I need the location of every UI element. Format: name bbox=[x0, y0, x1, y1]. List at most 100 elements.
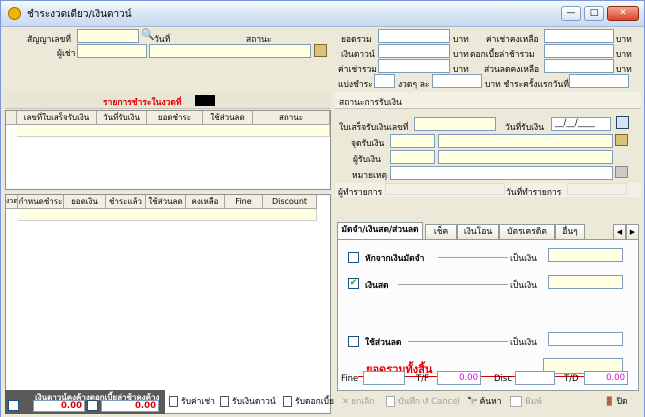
place-label: จุดรับเงิน bbox=[351, 139, 385, 149]
fine-input[interactable] bbox=[363, 371, 405, 385]
deposit-label: หักจากเงินมัดจำ bbox=[365, 254, 425, 264]
tab-credit-card[interactable]: บัตรเครดิต bbox=[499, 224, 555, 239]
minimize-button[interactable]: — bbox=[561, 6, 581, 21]
note-icon[interactable] bbox=[615, 166, 628, 178]
tab-transfer[interactable]: เงินโอน bbox=[457, 224, 499, 239]
total-baht: บาท bbox=[453, 35, 469, 45]
interest-total-baht: บาท bbox=[616, 50, 632, 60]
tab-cheque[interactable]: เช็ค bbox=[425, 224, 457, 239]
down-baht: บาท bbox=[453, 50, 469, 60]
installment-count bbox=[374, 74, 395, 88]
receive-rent-label: รับค่าเช่า bbox=[181, 397, 215, 407]
discount-amount-input[interactable] bbox=[548, 332, 623, 346]
cancel-en-label: Cancel bbox=[431, 397, 460, 407]
place-code-input[interactable] bbox=[390, 134, 435, 148]
receipt-status-header: สถานะการรับเงิน bbox=[335, 92, 641, 109]
contract-no-input[interactable] bbox=[77, 29, 139, 43]
outstanding-checkbox-1[interactable] bbox=[8, 400, 19, 411]
col-discount-used: ใช้ส่วนลด bbox=[146, 195, 186, 209]
rent-remain-baht: บาท bbox=[616, 35, 632, 45]
maximize-button[interactable]: □ bbox=[584, 6, 604, 21]
receipt-no-input[interactable] bbox=[414, 117, 496, 131]
deposit-checkbox[interactable] bbox=[348, 252, 359, 263]
save-label: บันทึก bbox=[398, 397, 420, 407]
receive-date-input[interactable]: __/__/____ bbox=[551, 117, 611, 131]
close-button[interactable]: 🚪 ปิด bbox=[604, 394, 628, 410]
td-value: 0.00 bbox=[584, 371, 628, 385]
receive-rent-button[interactable]: รับค่าเช่า bbox=[169, 394, 215, 410]
down-outstanding-value: 0.00 bbox=[33, 400, 85, 412]
close-label: ปิด bbox=[616, 397, 628, 407]
cash-checkbox[interactable]: ✔ bbox=[348, 278, 359, 289]
cash-amount-label: เป็นเงิน bbox=[510, 281, 537, 291]
contract-no-label: สัญญาเลขที่ bbox=[27, 35, 71, 45]
cash-amount-input[interactable] bbox=[548, 275, 623, 289]
renter-code-input[interactable] bbox=[77, 44, 147, 58]
search-button[interactable]: 🔭 ค้นหา bbox=[467, 394, 501, 410]
col-receipt-no: เลขที่ใบเสร็จรับเงิน bbox=[17, 111, 97, 125]
receipt-status-title: สถานะการรับเงิน bbox=[339, 98, 402, 108]
disc-input[interactable] bbox=[515, 371, 555, 385]
td-label: T/D bbox=[564, 374, 579, 384]
renter-lookup-icon[interactable] bbox=[314, 44, 327, 57]
close-window-button[interactable]: ✕ bbox=[607, 6, 639, 21]
discount-checkbox[interactable] bbox=[348, 336, 359, 347]
receiver-name-input[interactable] bbox=[438, 150, 613, 164]
first-pay-date bbox=[569, 74, 629, 88]
schedule-row-empty[interactable] bbox=[18, 209, 317, 221]
tab-other[interactable]: อื่นๆ bbox=[555, 224, 585, 239]
printer-icon bbox=[510, 396, 522, 407]
search-label: ค้นหา bbox=[479, 397, 502, 407]
tab-scroll-right-icon[interactable]: ▶ bbox=[626, 224, 639, 239]
document-icon bbox=[220, 396, 229, 407]
window-title: ชำระงวดเดียว/เงินดาวน์ bbox=[27, 9, 132, 20]
col-pay-amount: ยอดชำระ bbox=[147, 111, 203, 125]
schedule-grid[interactable]: งวด กำหนดชำระ ยอดเงิน ชำระแล้ว ใช้ส่วนลด… bbox=[5, 194, 331, 414]
app-window: ชำระงวดเดียว/เงินดาวน์ — □ ✕ สัญญาเลขที่… bbox=[0, 0, 645, 417]
period-payment-grid[interactable]: เลขที่ใบเสร็จรับเงิน วันที่รับเงิน ยอดชำ… bbox=[5, 110, 331, 190]
outstanding-checkbox-2[interactable] bbox=[87, 400, 98, 411]
first-pay-label: บาท ชำระครั้งแรกวันที่ bbox=[485, 80, 569, 90]
binoculars-icon: 🔭 bbox=[467, 397, 478, 407]
search-contract-icon[interactable]: 🔍 bbox=[141, 28, 155, 41]
interest-total-label: ดอกเบี้ยล่าช้ารวม bbox=[470, 50, 535, 60]
print-button[interactable]: พิมพ์ bbox=[510, 394, 542, 410]
period-row-empty[interactable] bbox=[17, 125, 330, 137]
place-name-input[interactable] bbox=[438, 134, 613, 148]
form-body: สัญญาเลขที่ 🔍 วันที่ สถานะ ผู้เช่า ยอดรว… bbox=[1, 28, 644, 417]
exit-door-icon: 🚪 bbox=[604, 397, 615, 407]
save-button[interactable]: บันทึก bbox=[386, 394, 420, 410]
receive-down-button[interactable]: รับเงินดาวน์ bbox=[220, 394, 276, 410]
down-label: เงินดาวน์ bbox=[341, 50, 375, 60]
cash-divider bbox=[398, 284, 508, 285]
tf-value: 0.00 bbox=[437, 371, 481, 385]
receiver-code-input[interactable] bbox=[390, 150, 435, 164]
interest-total-value bbox=[544, 44, 614, 58]
total-value bbox=[378, 29, 450, 43]
cancel-en-button[interactable]: ↺ Cancel bbox=[422, 394, 460, 410]
col-period: งวด bbox=[6, 195, 18, 209]
floppy-icon bbox=[386, 396, 395, 407]
period-section-header: รายการชำระในงวดที่ bbox=[5, 92, 331, 109]
calendar-icon[interactable] bbox=[616, 116, 629, 129]
deposit-amount-label: เป็นเงิน bbox=[510, 254, 537, 264]
cancel-th-button[interactable]: ✕ ยกเลิก bbox=[342, 394, 375, 410]
period-section-title: รายการชำระในงวดที่ bbox=[103, 98, 182, 108]
outstanding-box: เงินดาวน์คงค้างดอกเบี้ยล่าช้าคงค้าง 0.00… bbox=[5, 390, 165, 414]
receive-interest-button[interactable]: รับดอกเบี้ย bbox=[283, 394, 334, 410]
op-date-label: วันที่ทำรายการ bbox=[506, 188, 562, 198]
fine-label: Fine bbox=[341, 374, 359, 384]
tab-deposit-cash-discount[interactable]: มัดจำ/เงินสด/ส่วนลด bbox=[337, 222, 423, 239]
tab-scroll-left-icon[interactable]: ◀ bbox=[613, 224, 626, 239]
place-lookup-icon[interactable] bbox=[615, 134, 628, 146]
deposit-amount-input[interactable] bbox=[548, 248, 623, 262]
payment-tab-panel: หักจากเงินมัดจำ เป็นเงิน ✔ เงินสด เป็นเง… bbox=[337, 239, 639, 391]
col-discount: Discount bbox=[263, 195, 317, 209]
tf-label: T/F bbox=[416, 374, 429, 384]
note-label: หมายเหตุ bbox=[352, 171, 387, 181]
title-bar: ชำระงวดเดียว/เงินดาวน์ — □ ✕ bbox=[1, 1, 644, 27]
note-input[interactable] bbox=[390, 166, 613, 180]
rent-total-label: ค่าเช่ารวม bbox=[338, 65, 377, 75]
renter-name-input[interactable] bbox=[149, 44, 311, 58]
receipt-no-label: ใบเสร็จรับเงินเลขที่ bbox=[339, 123, 409, 133]
